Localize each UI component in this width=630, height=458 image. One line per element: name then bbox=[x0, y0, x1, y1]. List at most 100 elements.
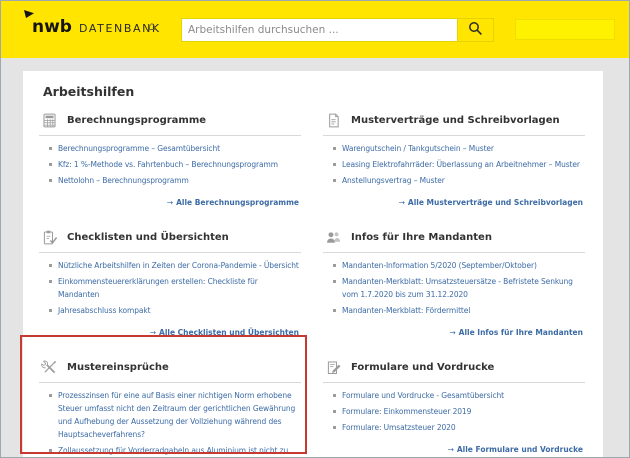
section-title: Berechnungsprogramme bbox=[67, 115, 206, 126]
all-link-checklisten[interactable]: →Alle Checklisten und Übersichten bbox=[150, 328, 299, 337]
bullet-icon bbox=[49, 264, 52, 267]
list-item: Anstellungsvertrag – Muster bbox=[333, 174, 585, 187]
list-item: Formulare: Umsatzsteuer 2020 bbox=[333, 421, 585, 434]
checklist-icon bbox=[41, 229, 58, 246]
header-ghost-button[interactable] bbox=[515, 19, 615, 40]
bullet-icon bbox=[333, 309, 336, 312]
section-infos-mandanten: Infos für Ihre Mandanten Mandanten-Inform… bbox=[323, 229, 585, 339]
section-berechnungsprogramme: Berechnungsprogramme Berechnungsprogramme… bbox=[39, 112, 301, 209]
header-bar: nwb DATENBANK ⌂ bbox=[1, 1, 629, 58]
article-link[interactable]: Formulare: Umsatzsteuer 2020 bbox=[342, 421, 456, 434]
all-link-row: →Alle Formulare und Vordrucke bbox=[323, 437, 585, 456]
bullet-icon bbox=[333, 280, 336, 283]
arrow-right-icon: → bbox=[167, 198, 173, 207]
section-title: Mustereinsprüche bbox=[67, 362, 169, 373]
article-link[interactable]: Nützliche Arbeitshilfen in Zeiten der Co… bbox=[58, 259, 299, 272]
list-item: Nettolohn – Berechnungsprogramm bbox=[49, 174, 301, 187]
app-window: nwb DATENBANK ⌂ Arbeitshilfen Berechnung… bbox=[0, 0, 630, 458]
list-item: Warengutschein / Tankgutschein – Muster bbox=[333, 142, 585, 155]
section-links: Nützliche Arbeitshilfen in Zeiten der Co… bbox=[39, 259, 301, 317]
nwb-logo[interactable]: nwb DATENBANK bbox=[32, 17, 161, 37]
article-link[interactable]: Formulare und Vordrucke - Gesamtübersich… bbox=[342, 389, 504, 402]
list-item: Mandanten-Merkblatt: Fördermittel bbox=[333, 304, 585, 317]
article-link[interactable]: Formulare: Einkommensteuer 2019 bbox=[342, 405, 471, 418]
article-link[interactable]: Kfz: 1 %-Methode vs. Fahrtenbuch – Berec… bbox=[58, 158, 278, 171]
all-link-formulare[interactable]: →Alle Formulare und Vordrucke bbox=[448, 445, 583, 454]
section-title: Checklisten und Übersichten bbox=[67, 232, 229, 243]
bullet-icon bbox=[333, 179, 336, 182]
bullet-icon bbox=[333, 163, 336, 166]
bullet-icon bbox=[49, 147, 52, 150]
section-mustereinsprueche: Mustereinsprüche Prozesszinsen für eine a… bbox=[39, 359, 301, 458]
sections-grid: Berechnungsprogramme Berechnungsprogramme… bbox=[39, 112, 585, 458]
all-link-row: →Alle Berechnungsprogramme bbox=[39, 190, 301, 209]
article-link[interactable]: Einkommensteuererklärungen erstellen: Ch… bbox=[58, 275, 301, 301]
article-link[interactable]: Warengutschein / Tankgutschein – Muster bbox=[342, 142, 494, 155]
bullet-icon bbox=[49, 179, 52, 182]
article-link[interactable]: Mandanten-Merkblatt: Fördermittel bbox=[342, 304, 470, 317]
logo-primary-text: nwb bbox=[32, 17, 72, 37]
bullet-icon bbox=[333, 426, 336, 429]
section-mustervertraege: Musterverträge und Schreibvorlagen Wareng… bbox=[323, 112, 585, 209]
list-item: Einkommensteuererklärungen erstellen: Ch… bbox=[49, 275, 301, 301]
page-title: Arbeitshilfen bbox=[43, 84, 585, 99]
all-link-row: →Alle Infos für Ihre Mandanten bbox=[323, 320, 585, 339]
people-icon bbox=[325, 229, 342, 246]
document-icon bbox=[325, 112, 342, 129]
section-title: Musterverträge und Schreibvorlagen bbox=[351, 115, 560, 126]
list-item: Prozesszinsen für eine auf Basis einer n… bbox=[49, 389, 301, 441]
section-header-infos-mandanten[interactable]: Infos für Ihre Mandanten bbox=[323, 229, 585, 253]
list-item: Zollaussetzung für Vorderradgabeln aus A… bbox=[49, 444, 301, 458]
all-link-mustervertraege[interactable]: →Alle Musterverträge und Schreibvorlagen bbox=[399, 198, 583, 207]
article-link[interactable]: Zollaussetzung für Vorderradgabeln aus A… bbox=[58, 444, 301, 458]
section-header-checklisten[interactable]: Checklisten und Übersichten bbox=[39, 229, 301, 253]
section-header-formulare[interactable]: Formulare und Vordrucke bbox=[323, 359, 585, 383]
arrow-right-icon: → bbox=[448, 445, 454, 454]
content-panel: Arbeitshilfen BerechnungsprogrammeBerech… bbox=[23, 71, 603, 458]
tools-icon bbox=[41, 359, 58, 376]
all-link-infos-mandanten[interactable]: →Alle Infos für Ihre Mandanten bbox=[449, 328, 583, 337]
all-link-row: →Alle Musterverträge und Schreibvorlagen bbox=[323, 190, 585, 209]
list-item: Mandanten-Merkblatt: Umsatzsteuersätze -… bbox=[333, 275, 585, 301]
bullet-icon bbox=[333, 410, 336, 413]
section-checklisten: Checklisten und Übersichten Nützliche Arb… bbox=[39, 229, 301, 339]
arrow-right-icon: → bbox=[399, 198, 405, 207]
all-link-row: →Alle Checklisten und Übersichten bbox=[39, 320, 301, 339]
section-links: Berechnungsprogramme – Gesamtübersicht Kf… bbox=[39, 142, 301, 187]
bullet-icon bbox=[49, 449, 52, 452]
article-link[interactable]: Berechnungsprogramme – Gesamtübersicht bbox=[58, 142, 220, 155]
section-title: Formulare und Vordrucke bbox=[351, 362, 494, 373]
list-item: Leasing Elektrofahrräder: Überlassung an… bbox=[333, 158, 585, 171]
bullet-icon bbox=[49, 309, 52, 312]
list-item: Formulare und Vordrucke - Gesamtübersich… bbox=[333, 389, 585, 402]
list-item: Mandanten-Information 5/2020 (September/… bbox=[333, 259, 585, 272]
bullet-icon bbox=[333, 147, 336, 150]
bullet-icon bbox=[333, 394, 336, 397]
section-links: Warengutschein / Tankgutschein – Muster L… bbox=[323, 142, 585, 187]
arrow-right-icon: → bbox=[150, 328, 156, 337]
section-links: Formulare und Vordrucke - Gesamtübersich… bbox=[323, 389, 585, 434]
search-icon bbox=[468, 21, 483, 39]
section-header-berechnungsprogramme[interactable]: Berechnungsprogramme bbox=[39, 112, 301, 136]
list-item: Kfz: 1 %-Methode vs. Fahrtenbuch – Berec… bbox=[49, 158, 301, 171]
search-input[interactable] bbox=[181, 18, 458, 42]
home-icon[interactable]: ⌂ bbox=[148, 20, 156, 32]
article-link[interactable]: Jahresabschluss kompakt bbox=[58, 304, 151, 317]
article-link[interactable]: Anstellungsvertrag – Muster bbox=[342, 174, 445, 187]
form-icon bbox=[325, 359, 342, 376]
article-link[interactable]: Mandanten-Information 5/2020 (September/… bbox=[342, 259, 537, 272]
article-link[interactable]: Nettolohn – Berechnungsprogramm bbox=[58, 174, 189, 187]
section-header-mustereinsprueche[interactable]: Mustereinsprüche bbox=[39, 359, 301, 383]
search-button[interactable] bbox=[458, 18, 494, 42]
list-item: Berechnungsprogramme – Gesamtübersicht bbox=[49, 142, 301, 155]
search-bar bbox=[181, 18, 494, 42]
list-item: Nützliche Arbeitshilfen in Zeiten der Co… bbox=[49, 259, 301, 272]
article-link[interactable]: Leasing Elektrofahrräder: Überlassung an… bbox=[342, 158, 580, 171]
bullet-icon bbox=[333, 264, 336, 267]
calculator-icon bbox=[41, 112, 58, 129]
article-link[interactable]: Prozesszinsen für eine auf Basis einer n… bbox=[58, 389, 301, 441]
section-formulare: Formulare und Vordrucke Formulare und Vor… bbox=[323, 359, 585, 458]
article-link[interactable]: Mandanten-Merkblatt: Umsatzsteuersätze -… bbox=[342, 275, 585, 301]
section-header-mustervertraege[interactable]: Musterverträge und Schreibvorlagen bbox=[323, 112, 585, 136]
all-link-berechnungsprogramme[interactable]: →Alle Berechnungsprogramme bbox=[167, 198, 299, 207]
